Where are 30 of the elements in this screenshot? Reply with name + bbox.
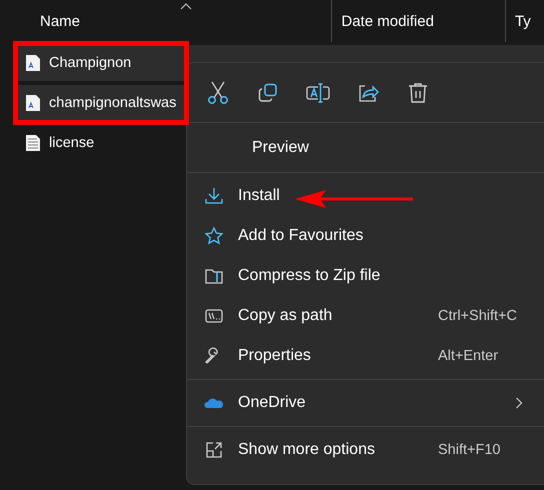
star-icon bbox=[204, 226, 224, 246]
column-header[interactable]: Ty bbox=[504, 0, 544, 42]
shortcut-label: Alt+Enter bbox=[438, 348, 498, 364]
rename-icon bbox=[306, 82, 330, 102]
menu-item[interactable]: Add to Favourites bbox=[187, 216, 544, 256]
download-icon bbox=[204, 186, 224, 206]
scissors-icon bbox=[207, 80, 229, 104]
external-window-icon bbox=[204, 440, 224, 460]
file-name: Champignon bbox=[49, 55, 132, 71]
font-file-icon bbox=[25, 94, 41, 112]
shortcut-label: Ctrl+Shift+C bbox=[438, 308, 517, 324]
font-file-icon bbox=[25, 54, 41, 72]
file-name: champignonaltswas bbox=[49, 95, 176, 111]
column-header[interactable]: Date modified bbox=[331, 0, 505, 42]
copy-icon bbox=[258, 82, 278, 102]
menu-item[interactable]: Compress to Zip file bbox=[187, 256, 544, 296]
file-name: license bbox=[49, 135, 94, 151]
text-file-icon bbox=[25, 134, 41, 152]
menu-item[interactable]: Install bbox=[187, 176, 544, 216]
menu-item[interactable]: Show more options Shift+F10 bbox=[187, 430, 544, 470]
file-row[interactable]: license bbox=[18, 125, 186, 161]
menu-item[interactable]: Copy as path Ctrl+Shift+C bbox=[187, 296, 544, 336]
share-icon bbox=[357, 82, 379, 102]
menu-item[interactable]: Properties Alt+Enter bbox=[187, 336, 544, 376]
file-row[interactable]: champignonaltswas bbox=[18, 85, 186, 121]
menu-item[interactable]: Preview bbox=[187, 123, 544, 172]
trash-icon bbox=[408, 82, 428, 104]
shortcut-label: Shift+F10 bbox=[438, 442, 500, 458]
column-header[interactable]: Name bbox=[0, 0, 332, 42]
menu-item[interactable]: OneDrive bbox=[187, 383, 544, 423]
